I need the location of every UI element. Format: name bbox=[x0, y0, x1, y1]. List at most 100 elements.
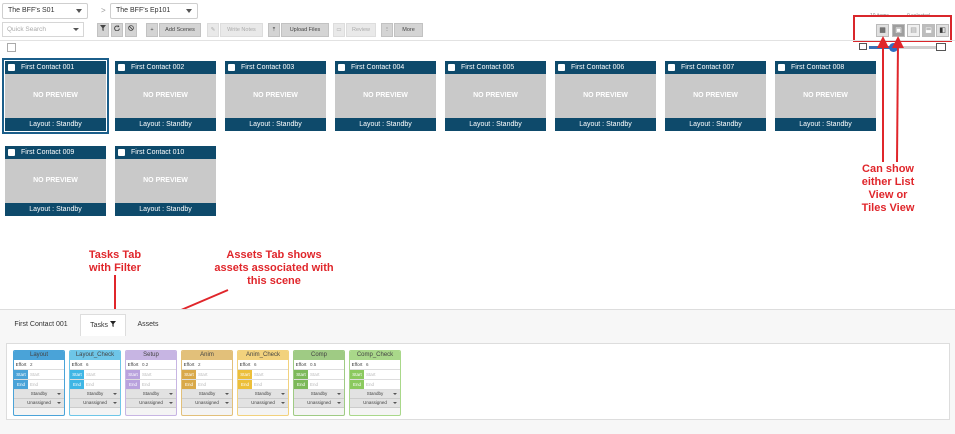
start-date-input[interactable]: Start bbox=[30, 370, 40, 379]
start-date-input[interactable]: Start bbox=[142, 370, 152, 379]
chevron-down-icon bbox=[225, 402, 229, 404]
task-card[interactable]: Anim_Check Effort 6 Start Start End End Standby… bbox=[237, 350, 289, 416]
task-card[interactable]: Anim Effort 2 Start Start End End Standby Unassi… bbox=[181, 350, 233, 416]
effort-value[interactable]: 0.5 bbox=[310, 360, 316, 369]
task-status-select[interactable]: Standby bbox=[14, 390, 64, 399]
effort-label: Effort bbox=[295, 362, 307, 367]
task-assignee-select[interactable]: Unassigned bbox=[238, 399, 288, 408]
task-start-row[interactable]: Start Start bbox=[126, 370, 176, 380]
start-date-input[interactable]: Start bbox=[198, 370, 208, 379]
chevron-down-icon bbox=[169, 393, 173, 395]
task-assignee-select[interactable]: Unassigned bbox=[350, 399, 400, 408]
arrow-tiles-view bbox=[891, 36, 904, 163]
task-assignee-select[interactable]: Unassigned bbox=[126, 399, 176, 408]
task-start-row[interactable]: Start Start bbox=[70, 370, 120, 380]
end-label: End bbox=[350, 380, 364, 389]
task-assignee: Unassigned bbox=[307, 400, 331, 405]
effort-value[interactable]: 0.2 bbox=[142, 360, 148, 369]
task-end-row[interactable]: End End bbox=[14, 380, 64, 390]
task-effort-row[interactable]: Effort 2 bbox=[14, 360, 64, 370]
task-card[interactable]: Setup Effort 0.2 Start Start End End Standby Una… bbox=[125, 350, 177, 416]
task-status-select[interactable]: Standby bbox=[238, 390, 288, 399]
chevron-down-icon bbox=[113, 402, 117, 404]
task-card[interactable]: Comp Effort 0.5 Start Start End End Standby Unas… bbox=[293, 350, 345, 416]
task-end-row[interactable]: End End bbox=[238, 380, 288, 390]
task-end-row[interactable]: End End bbox=[294, 380, 344, 390]
task-status-select[interactable]: Standby bbox=[182, 390, 232, 399]
end-date-input[interactable]: End bbox=[30, 380, 38, 389]
task-status: Standby bbox=[142, 391, 160, 396]
task-start-row[interactable]: Start Start bbox=[294, 370, 344, 380]
task-start-row[interactable]: Start Start bbox=[350, 370, 400, 380]
task-end-row[interactable]: End End bbox=[350, 380, 400, 390]
effort-value[interactable]: 6 bbox=[86, 360, 89, 369]
start-date-input[interactable]: Start bbox=[310, 370, 320, 379]
chevron-down-icon bbox=[57, 402, 61, 404]
task-name: Comp_Check bbox=[350, 351, 400, 360]
end-label: End bbox=[294, 380, 308, 389]
task-assignee-select[interactable]: Unassigned bbox=[14, 399, 64, 408]
task-status-select[interactable]: Standby bbox=[126, 390, 176, 399]
start-label: Start bbox=[294, 370, 308, 379]
task-status: Standby bbox=[30, 391, 48, 396]
task-status-select[interactable]: Standby bbox=[350, 390, 400, 399]
task-assignee-select[interactable]: Unassigned bbox=[294, 399, 344, 408]
task-assignee-select[interactable]: Unassigned bbox=[70, 399, 120, 408]
chevron-down-icon bbox=[281, 393, 285, 395]
chevron-down-icon bbox=[57, 393, 61, 395]
end-date-input[interactable]: End bbox=[254, 380, 262, 389]
task-name: Layout_Check bbox=[70, 351, 120, 360]
start-date-input[interactable]: Start bbox=[366, 370, 376, 379]
task-end-row[interactable]: End End bbox=[182, 380, 232, 390]
task-effort-row[interactable]: Effort 6 bbox=[350, 360, 400, 370]
effort-value[interactable]: 2 bbox=[30, 360, 33, 369]
task-assignee: Unassigned bbox=[363, 400, 387, 405]
task-effort-row[interactable]: Effort 0.2 bbox=[126, 360, 176, 370]
task-end-row[interactable]: End End bbox=[126, 380, 176, 390]
end-date-input[interactable]: End bbox=[198, 380, 206, 389]
end-label: End bbox=[126, 380, 140, 389]
effort-label: Effort bbox=[183, 362, 195, 367]
task-assignee: Unassigned bbox=[195, 400, 219, 405]
start-label: Start bbox=[14, 370, 28, 379]
end-date-input[interactable]: End bbox=[86, 380, 94, 389]
effort-value[interactable]: 2 bbox=[198, 360, 201, 369]
effort-value[interactable]: 6 bbox=[366, 360, 369, 369]
filter-icon[interactable] bbox=[109, 321, 116, 327]
end-label: End bbox=[238, 380, 252, 389]
start-date-input[interactable]: Start bbox=[86, 370, 96, 379]
task-effort-row[interactable]: Effort 6 bbox=[238, 360, 288, 370]
task-card[interactable]: Layout Effort 2 Start Start End End Standby Unas… bbox=[13, 350, 65, 416]
task-card[interactable]: Layout_Check Effort 6 Start Start End End Stand… bbox=[69, 350, 121, 416]
task-effort-row[interactable]: Effort 2 bbox=[182, 360, 232, 370]
start-label: Start bbox=[126, 370, 140, 379]
chevron-down-icon bbox=[337, 393, 341, 395]
task-start-row[interactable]: Start Start bbox=[14, 370, 64, 380]
task-start-row[interactable]: Start Start bbox=[238, 370, 288, 380]
tab-tasks[interactable]: Tasks bbox=[80, 314, 126, 336]
task-end-row[interactable]: End End bbox=[70, 380, 120, 390]
task-assignee-select[interactable]: Unassigned bbox=[182, 399, 232, 408]
task-card[interactable]: Comp_Check Effort 6 Start Start End End Standby… bbox=[349, 350, 401, 416]
effort-label: Effort bbox=[71, 362, 83, 367]
end-date-input[interactable]: End bbox=[142, 380, 150, 389]
task-status-select[interactable]: Standby bbox=[294, 390, 344, 399]
chevron-down-icon bbox=[225, 393, 229, 395]
task-effort-row[interactable]: Effort 6 bbox=[70, 360, 120, 370]
start-date-input[interactable]: Start bbox=[254, 370, 264, 379]
end-date-input[interactable]: End bbox=[366, 380, 374, 389]
task-assignee: Unassigned bbox=[27, 400, 51, 405]
effort-label: Effort bbox=[127, 362, 139, 367]
task-effort-row[interactable]: Effort 0.5 bbox=[294, 360, 344, 370]
tab-scene[interactable]: First Contact 001 bbox=[6, 314, 76, 336]
task-start-row[interactable]: Start Start bbox=[182, 370, 232, 380]
end-date-input[interactable]: End bbox=[310, 380, 318, 389]
task-name: Anim_Check bbox=[238, 351, 288, 360]
tab-assets[interactable]: Assets bbox=[130, 314, 166, 336]
task-status-select[interactable]: Standby bbox=[70, 390, 120, 399]
chevron-down-icon bbox=[337, 402, 341, 404]
task-name: Comp bbox=[294, 351, 344, 360]
tab-tasks-label: Tasks bbox=[90, 322, 108, 329]
effort-value[interactable]: 6 bbox=[254, 360, 257, 369]
task-name: Anim bbox=[182, 351, 232, 360]
